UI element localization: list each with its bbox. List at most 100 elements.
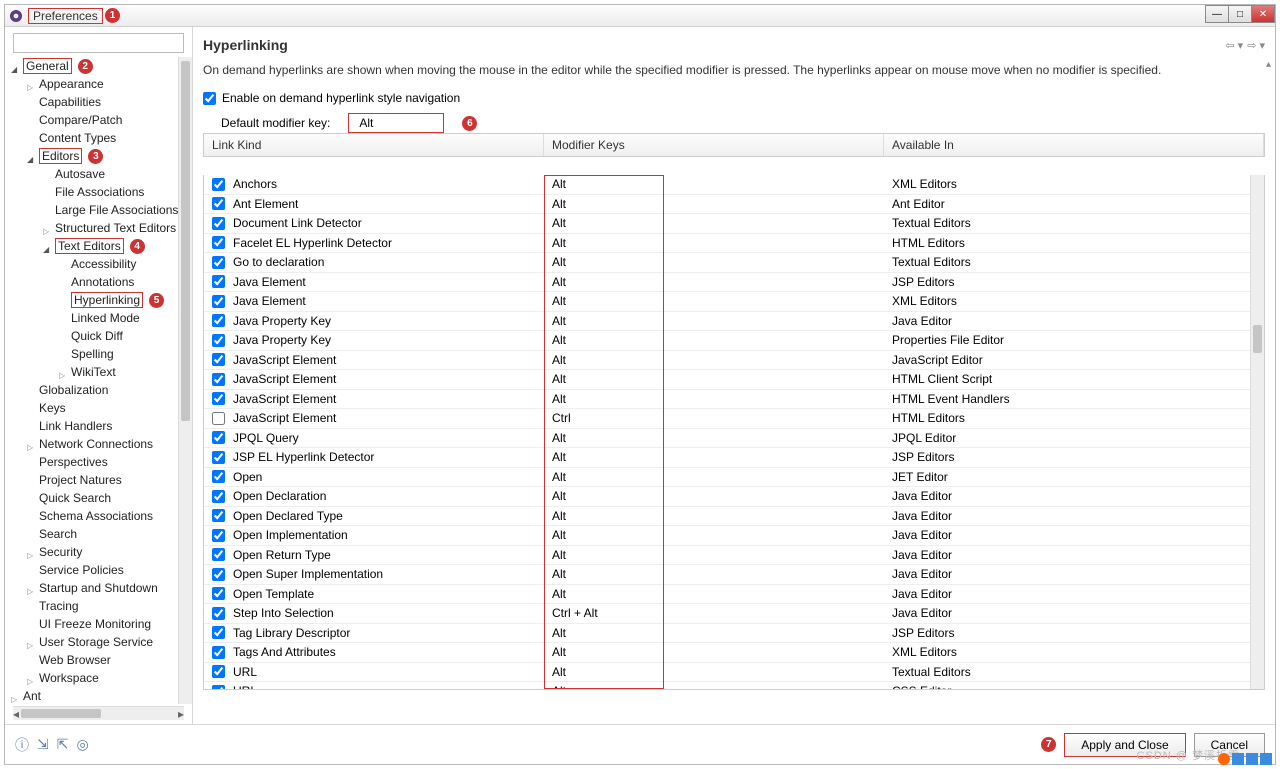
desc-scroll-icon[interactable]: ▴ — [1266, 59, 1271, 70]
tree-item[interactable]: Link Handlers — [7, 417, 192, 435]
table-row[interactable]: Open TemplateAltJava Editor — [204, 585, 1264, 605]
twisty-icon[interactable] — [27, 151, 37, 161]
close-button[interactable]: ✕ — [1251, 5, 1275, 23]
table-scrollbar[interactable] — [1250, 175, 1264, 689]
table-row[interactable]: JavaScript ElementAltHTML Event Handlers — [204, 390, 1264, 410]
tree-item[interactable]: Linked Mode — [7, 309, 192, 327]
table-row[interactable]: JavaScript ElementAltJavaScript Editor — [204, 351, 1264, 371]
table-row[interactable]: AnchorsAltXML Editors — [204, 175, 1264, 195]
row-checkbox[interactable] — [212, 470, 225, 483]
tree-item[interactable]: Autosave — [7, 165, 192, 183]
row-checkbox[interactable] — [212, 431, 225, 444]
twisty-icon[interactable] — [43, 241, 53, 251]
row-checkbox[interactable] — [212, 646, 225, 659]
tree-item[interactable]: Tracing — [7, 597, 192, 615]
tree-item[interactable]: Ant — [7, 687, 192, 704]
row-checkbox[interactable] — [212, 392, 225, 405]
tree-item[interactable]: Project Natures — [7, 471, 192, 489]
modifier-input[interactable]: Alt — [348, 113, 444, 133]
tree-item[interactable]: Large File Associations — [7, 201, 192, 219]
twisty-icon[interactable] — [11, 61, 21, 71]
table-row[interactable]: JavaScript ElementAltHTML Client Script — [204, 370, 1264, 390]
row-checkbox[interactable] — [212, 568, 225, 581]
twisty-icon[interactable] — [27, 583, 37, 593]
minimize-button[interactable]: — — [1205, 5, 1229, 23]
row-checkbox[interactable] — [212, 412, 225, 425]
oomph-icon[interactable]: ◎ — [76, 736, 88, 753]
row-checkbox[interactable] — [212, 314, 225, 327]
tree-item[interactable]: Schema Associations — [7, 507, 192, 525]
export-icon[interactable]: ⇱ — [57, 736, 69, 753]
row-checkbox[interactable] — [212, 217, 225, 230]
tree-item[interactable]: Appearance — [7, 75, 192, 93]
tree-item[interactable]: Security — [7, 543, 192, 561]
table-row[interactable]: JPQL QueryAltJPQL Editor — [204, 429, 1264, 449]
row-checkbox[interactable] — [212, 236, 225, 249]
twisty-icon[interactable] — [27, 79, 37, 89]
row-checkbox[interactable] — [212, 353, 225, 366]
row-checkbox[interactable] — [212, 197, 225, 210]
table-row[interactable]: Ant ElementAltAnt Editor — [204, 195, 1264, 215]
table-row[interactable]: Java ElementAltJSP Editors — [204, 273, 1264, 293]
row-checkbox[interactable] — [212, 334, 225, 347]
tree-item[interactable]: File Associations — [7, 183, 192, 201]
tree-item[interactable]: Keys — [7, 399, 192, 417]
tree-item[interactable]: User Storage Service — [7, 633, 192, 651]
maximize-button[interactable]: □ — [1228, 5, 1252, 23]
table-row[interactable]: Open ImplementationAltJava Editor — [204, 526, 1264, 546]
nav-fwd-icon[interactable]: ⇨ ▾ — [1247, 39, 1265, 52]
table-row[interactable]: Tags And AttributesAltXML Editors — [204, 643, 1264, 663]
col-modifier-keys[interactable]: Modifier Keys — [544, 134, 884, 156]
tree-item[interactable]: Annotations — [7, 273, 192, 291]
col-link-kind[interactable]: Link Kind — [204, 134, 544, 156]
twisty-icon[interactable] — [27, 673, 37, 683]
tree-item[interactable]: Search — [7, 525, 192, 543]
row-checkbox[interactable] — [212, 178, 225, 191]
tree-hscroll[interactable]: ◂▸ — [13, 706, 184, 720]
table-row[interactable]: Facelet EL Hyperlink DetectorAltHTML Edi… — [204, 234, 1264, 254]
row-checkbox[interactable] — [212, 509, 225, 522]
twisty-icon[interactable] — [43, 223, 53, 233]
table-row[interactable]: Tag Library DescriptorAltJSP Editors — [204, 624, 1264, 644]
col-available-in[interactable]: Available In — [884, 134, 1264, 156]
preference-tree[interactable]: General2AppearanceCapabilitiesCompare/Pa… — [5, 57, 192, 704]
row-checkbox[interactable] — [212, 685, 225, 689]
table-row[interactable]: Open Super ImplementationAltJava Editor — [204, 565, 1264, 585]
tree-item[interactable]: Globalization — [7, 381, 192, 399]
tree-item[interactable]: Compare/Patch — [7, 111, 192, 129]
tree-scrollbar[interactable] — [178, 57, 192, 704]
tree-item[interactable]: Network Connections — [7, 435, 192, 453]
row-checkbox[interactable] — [212, 529, 225, 542]
tree-item[interactable]: General2 — [7, 57, 192, 75]
tree-item[interactable]: Accessibility — [7, 255, 192, 273]
tree-item[interactable]: Content Types — [7, 129, 192, 147]
tree-item[interactable]: Web Browser — [7, 651, 192, 669]
table-row[interactable]: Step Into SelectionCtrl + AltJava Editor — [204, 604, 1264, 624]
tree-item[interactable]: Perspectives — [7, 453, 192, 471]
tree-item[interactable]: Quick Diff — [7, 327, 192, 345]
table-row[interactable]: Go to declarationAltTextual Editors — [204, 253, 1264, 273]
nav-back-icon[interactable]: ⇦ ▾ — [1225, 39, 1243, 52]
twisty-icon[interactable] — [27, 637, 37, 647]
row-checkbox[interactable] — [212, 665, 225, 678]
table-row[interactable]: Java Property KeyAltProperties File Edit… — [204, 331, 1264, 351]
table-row[interactable]: JSP EL Hyperlink DetectorAltJSP Editors — [204, 448, 1264, 468]
table-row[interactable]: OpenAltJET Editor — [204, 468, 1264, 488]
import-icon[interactable]: ⇲ — [37, 736, 49, 753]
table-row[interactable]: JavaScript ElementCtrlHTML Editors — [204, 409, 1264, 429]
tree-item[interactable]: Capabilities — [7, 93, 192, 111]
table-row[interactable]: Open Declared TypeAltJava Editor — [204, 507, 1264, 527]
tree-item[interactable]: Service Policies — [7, 561, 192, 579]
tree-item[interactable]: UI Freeze Monitoring — [7, 615, 192, 633]
twisty-icon[interactable] — [11, 691, 21, 701]
tree-item[interactable]: Text Editors4 — [7, 237, 192, 255]
row-checkbox[interactable] — [212, 451, 225, 464]
table-row[interactable]: Document Link DetectorAltTextual Editors — [204, 214, 1264, 234]
row-checkbox[interactable] — [212, 607, 225, 620]
row-checkbox[interactable] — [212, 275, 225, 288]
table-row[interactable]: URLAltCSS Editor — [204, 682, 1264, 689]
tree-item[interactable]: Editors3 — [7, 147, 192, 165]
filter-input[interactable] — [13, 33, 184, 53]
row-checkbox[interactable] — [212, 548, 225, 561]
tree-item[interactable]: WikiText — [7, 363, 192, 381]
